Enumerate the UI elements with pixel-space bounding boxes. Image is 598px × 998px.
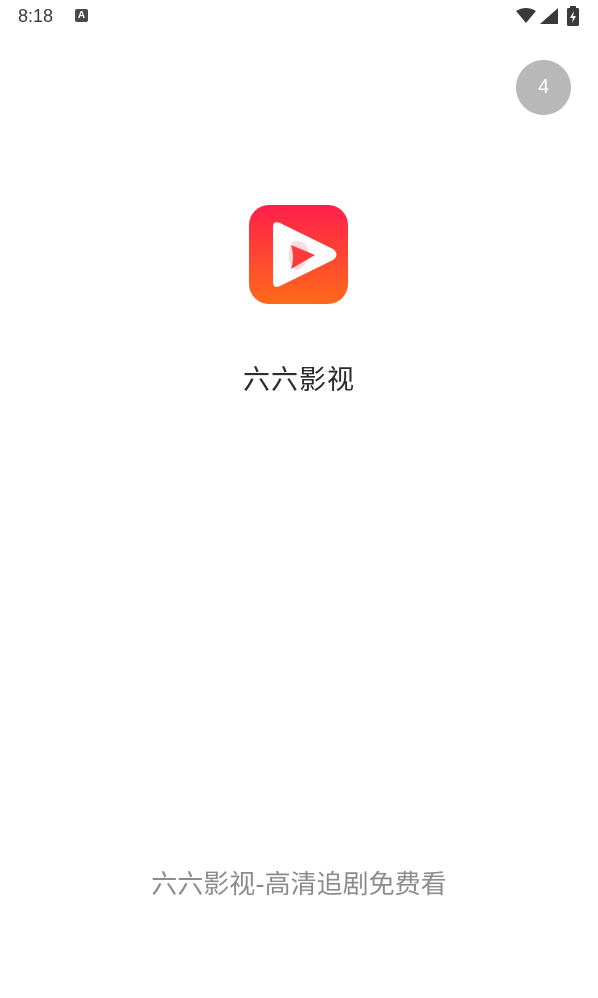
splash-screen: 8:18 A 4 六六影视 六六影视-高清追剧免费看 (0, 0, 598, 998)
status-time: 8:18 (18, 6, 54, 26)
app-name: 六六影视 (243, 365, 355, 396)
cell-signal-icon (540, 8, 558, 24)
wifi-icon (516, 8, 536, 23)
app-tagline: 六六影视-高清追剧免费看 (151, 870, 447, 900)
skip-countdown-button[interactable]: 4 (516, 60, 571, 115)
notification-a-icon: A (75, 9, 88, 22)
battery-charging-icon (567, 6, 579, 26)
play-logo-icon (249, 205, 348, 304)
status-bar: 8:18 A (0, 0, 598, 34)
